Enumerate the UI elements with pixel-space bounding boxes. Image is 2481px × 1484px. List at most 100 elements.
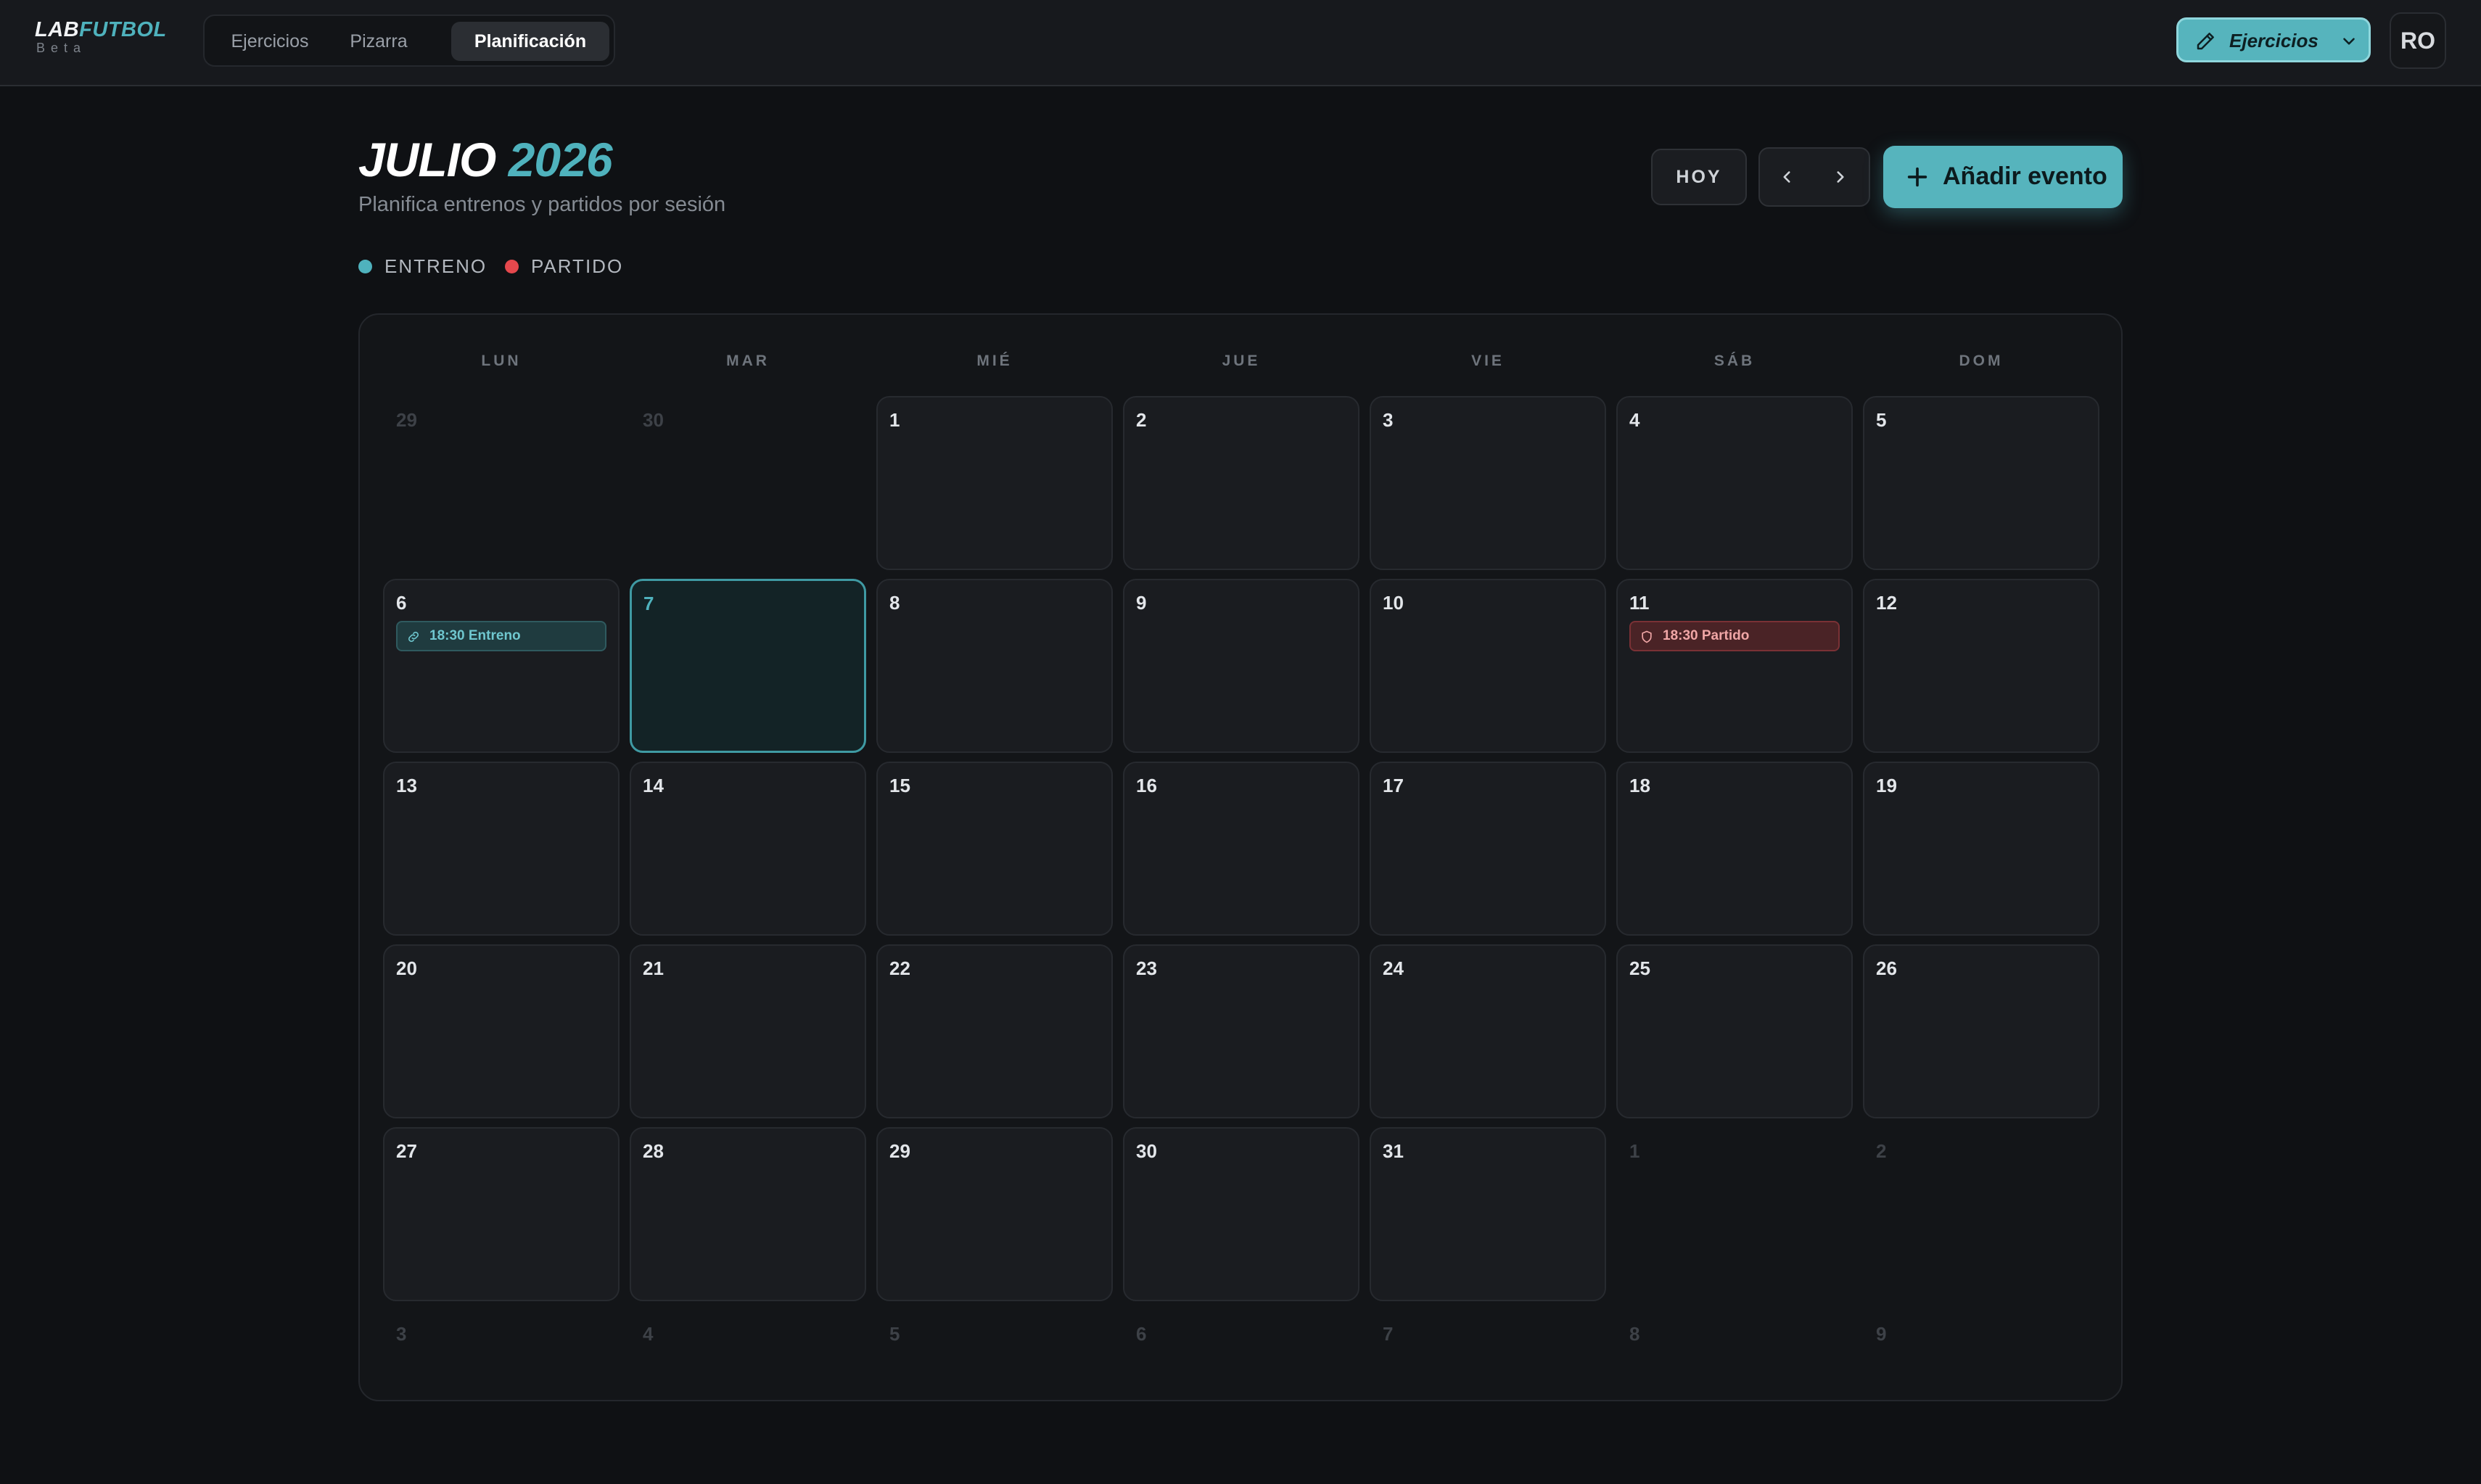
calendar-day[interactable]: 10 (1370, 579, 1606, 753)
calendar-day-outside-month[interactable]: 3 (383, 1310, 620, 1484)
calendar-day-outside-month[interactable]: 8 (1616, 1310, 1853, 1484)
calendar-day[interactable]: 27 (383, 1127, 620, 1301)
plus-icon (1905, 165, 1930, 196)
day-number: 8 (1629, 1323, 1640, 1345)
calendar-day[interactable]: 2 (1123, 396, 1359, 570)
day-number: 2 (1136, 409, 1147, 431)
add-event-label: Añadir evento (1943, 162, 2107, 190)
weekday-header: MIÉ (976, 353, 1013, 369)
main-nav-tabs: Ejercicios Pizarra Planificación (203, 15, 615, 67)
day-number: 25 (1629, 957, 1650, 979)
calendar-day[interactable]: 11 18:30 Partido (1616, 579, 1853, 753)
calendar-day[interactable]: 19 (1863, 762, 2099, 936)
calendar-day[interactable]: 20 (383, 944, 620, 1118)
calendar-day-outside-month[interactable]: 2 (1863, 1127, 2099, 1301)
day-number: 2 (1876, 1140, 1887, 1162)
calendar-day[interactable]: 9 (1123, 579, 1359, 753)
app-logo[interactable]: LABFUTBOL Beta (35, 19, 167, 55)
chevron-down-icon (2340, 32, 2358, 56)
day-number: 15 (889, 775, 910, 796)
calendar-day-today[interactable]: 7 (630, 579, 866, 753)
day-number: 9 (1876, 1323, 1887, 1345)
page-subtitle: Planifica entrenos y partidos por sesión (358, 193, 726, 216)
calendar-day-outside-month[interactable]: 1 (1616, 1127, 1853, 1301)
calendar-day[interactable]: 21 (630, 944, 866, 1118)
day-number: 4 (1629, 409, 1640, 431)
user-avatar[interactable]: RO (2390, 12, 2446, 69)
tab-ejercicios[interactable]: Ejercicios (216, 22, 324, 61)
calendar-day[interactable]: 30 (1123, 1127, 1359, 1301)
tab-planificacion[interactable]: Planificación (451, 22, 609, 61)
calendar-day[interactable]: 25 (1616, 944, 1853, 1118)
calendar-day[interactable]: 8 (876, 579, 1113, 753)
day-number: 22 (889, 957, 910, 979)
day-number: 9 (1136, 592, 1147, 614)
calendar-day-outside-month[interactable]: 4 (630, 1310, 866, 1484)
calendar-day[interactable]: 22 (876, 944, 1113, 1118)
calendar-day-outside-month[interactable]: 30 (630, 396, 866, 570)
day-number: 10 (1383, 592, 1404, 614)
event-chip-partido[interactable]: 18:30 Partido (1629, 621, 1840, 651)
calendar-day[interactable]: 14 (630, 762, 866, 936)
calendar-day[interactable]: 15 (876, 762, 1113, 936)
calendar-day-outside-month[interactable]: 6 (1123, 1310, 1359, 1484)
day-number: 7 (643, 593, 654, 614)
legend-entreno-label: ENTRENO (384, 255, 487, 277)
today-button[interactable]: HOY (1651, 149, 1747, 205)
day-number: 28 (643, 1140, 664, 1162)
event-label: 18:30 Entreno (429, 628, 521, 643)
calendar-day-outside-month[interactable]: 7 (1370, 1310, 1606, 1484)
calendar-day[interactable]: 16 (1123, 762, 1359, 936)
page-title: JULIO 2026 (358, 131, 613, 189)
calendar-day[interactable]: 29 (876, 1127, 1113, 1301)
top-bar: LABFUTBOL Beta Ejercicios Pizarra Planif… (0, 0, 2481, 86)
event-chip-entreno[interactable]: 18:30 Entreno (396, 621, 606, 651)
day-number: 6 (1136, 1323, 1147, 1345)
calendar-day[interactable]: 12 (1863, 579, 2099, 753)
day-number: 16 (1136, 775, 1157, 796)
tab-pizarra[interactable]: Pizarra (335, 22, 422, 61)
calendar-day-outside-month[interactable]: 5 (876, 1310, 1113, 1484)
add-event-button[interactable]: Añadir evento (1883, 146, 2123, 208)
calendar-day[interactable]: 6 18:30 Entreno (383, 579, 620, 753)
event-label: 18:30 Partido (1663, 628, 1750, 643)
calendar-day[interactable]: 17 (1370, 762, 1606, 936)
weekday-header: LUN (481, 353, 522, 369)
day-number: 29 (396, 409, 417, 431)
month-label: JULIO (358, 133, 496, 186)
month-navigation (1758, 147, 1870, 207)
day-number: 5 (1876, 409, 1887, 431)
partido-dot-icon (505, 260, 519, 273)
training-icon (408, 632, 419, 642)
calendar-day[interactable]: 4 (1616, 396, 1853, 570)
prev-month-button[interactable] (1760, 149, 1814, 205)
calendar-day[interactable]: 28 (630, 1127, 866, 1301)
day-number: 3 (396, 1323, 407, 1345)
next-month-button[interactable] (1814, 149, 1867, 205)
calendar-day[interactable]: 24 (1370, 944, 1606, 1118)
calendar-day[interactable]: 1 (876, 396, 1113, 570)
calendar-day[interactable]: 31 (1370, 1127, 1606, 1301)
day-number: 19 (1876, 775, 1897, 796)
day-number: 24 (1383, 957, 1404, 979)
day-number: 20 (396, 957, 417, 979)
calendar-day[interactable]: 26 (1863, 944, 2099, 1118)
day-number: 27 (396, 1140, 417, 1162)
weekday-header: JUE (1222, 353, 1261, 369)
calendar-day-outside-month[interactable]: 29 (383, 396, 620, 570)
calendar-day[interactable]: 13 (383, 762, 620, 936)
calendar-day-outside-month[interactable]: 9 (1863, 1310, 2099, 1484)
calendar-day[interactable]: 5 (1863, 396, 2099, 570)
calendar-day[interactable]: 18 (1616, 762, 1853, 936)
day-number: 30 (1136, 1140, 1157, 1162)
legend-partido-label: PARTIDO (531, 255, 624, 277)
day-number: 31 (1383, 1140, 1404, 1162)
ejercicios-dropdown-button[interactable]: Ejercicios (2176, 17, 2371, 62)
month-calendar: LUN MAR MIÉ JUE VIE SÁB DOM 29 30 1 2 3 4 5 6 18:30 Ent… (358, 313, 2123, 1401)
day-number: 30 (643, 409, 664, 431)
year-label: 2026 (508, 133, 613, 186)
calendar-day[interactable]: 23 (1123, 944, 1359, 1118)
day-number: 29 (889, 1140, 910, 1162)
day-number: 21 (643, 957, 664, 979)
calendar-day[interactable]: 3 (1370, 396, 1606, 570)
